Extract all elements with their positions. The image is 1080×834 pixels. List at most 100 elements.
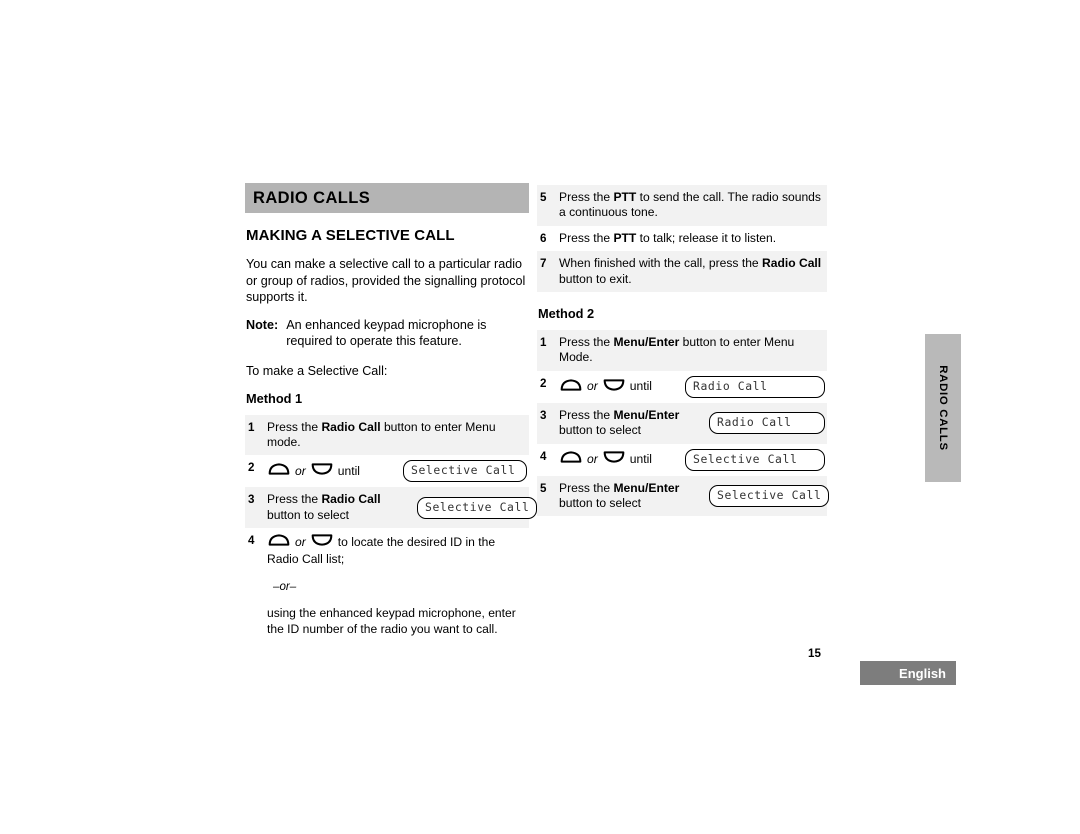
nav-button-instruction: or until: [559, 378, 652, 396]
step-row: 1 Press the Menu/Enter button to enter Me…: [537, 330, 827, 371]
left-column: RADIO CALLS MAKING A SELECTIVE CALL You …: [245, 183, 538, 643]
nav-tail-label: until: [337, 463, 360, 478]
section-title: MAKING A SELECTIVE CALL: [246, 227, 455, 244]
or-label: or: [295, 463, 306, 478]
step-row: 4 or to locate the desired ID in the Radio …: [245, 528, 529, 643]
emphasis-text: PTT: [613, 230, 637, 245]
method-1-heading: Method 1: [246, 390, 303, 406]
nav-button-instruction: or to locate the desired ID in the: [267, 533, 527, 551]
step-row: 1 Press the Radio Call button to enter Me…: [245, 414, 529, 456]
note-line-2: required to operate this feature.: [286, 334, 462, 349]
step-number: 2: [248, 461, 255, 475]
step-text-line-2: Radio Call list;: [267, 551, 345, 566]
step-text: Press the Radio Call button to select: [267, 492, 381, 522]
emphasis-text: Menu/Enter: [613, 480, 680, 495]
emphasis-text: Radio Call: [321, 419, 381, 434]
step-number: 1: [248, 420, 255, 434]
language-badge-label: English: [899, 665, 946, 681]
emphasis-text: Menu/Enter: [613, 335, 680, 350]
chapter-title: RADIO CALLS: [253, 188, 371, 207]
or-label: or: [587, 451, 598, 466]
lcd-display: Selective Call: [685, 448, 825, 471]
note-line-1: An enhanced keypad microphone is: [286, 317, 487, 332]
lcd-display: Radio Call: [709, 412, 825, 435]
step-row: 2 or until Radio Call: [537, 370, 827, 403]
down-arrow-button-icon: [602, 450, 626, 468]
step-number: 5: [540, 191, 547, 204]
step-body: Press the Menu/Enter button to select Sel…: [559, 480, 830, 512]
nav-button-instruction: or until: [267, 462, 360, 480]
lcd-display: Radio Call: [685, 375, 825, 398]
step-body: Press the Radio Call button to enter Men…: [267, 419, 496, 449]
up-arrow-button-icon: [267, 462, 291, 480]
down-arrow-button-icon: [310, 533, 334, 551]
note-text: An enhanced keypad microphone is require…: [286, 317, 529, 350]
step-row: 6 Press the PTT to talk; release it to li…: [537, 225, 827, 252]
emphasis-text: Radio Call: [321, 492, 381, 507]
method-2-heading: Method 2: [538, 306, 595, 322]
up-arrow-button-icon: [559, 378, 583, 396]
method-1-step-list: 1 Press the Radio Call button to enter Me…: [245, 414, 538, 643]
lcd-display: Selective Call: [417, 496, 538, 519]
step-number: 4: [540, 449, 547, 463]
step-row: 2 or until Selective Call: [245, 455, 529, 488]
step-body: or until Radio Call: [559, 375, 827, 398]
step-body: Press the PTT to talk; release it to lis…: [559, 230, 777, 245]
step-body: or until Selective Call: [559, 448, 827, 471]
step-body: Press the Menu/Enter button to select Rad…: [559, 408, 827, 439]
step-number: 6: [540, 231, 547, 245]
step-number: 3: [540, 408, 547, 422]
lead-line: To make a Selective Call:: [246, 363, 388, 378]
lcd-display: Selective Call: [709, 485, 830, 508]
or-label: or: [587, 379, 598, 394]
manual-page: RADIO CALLS MAKING A SELECTIVE CALL You …: [0, 0, 1080, 834]
method-2-step-list: 1 Press the Menu/Enter button to enter Me…: [537, 330, 830, 517]
step-nav-line: or to locate the desired ID in the: [267, 533, 527, 551]
step-number: 7: [540, 257, 547, 271]
note-label: Note:: [246, 317, 279, 332]
step-body: or until Selective Call: [267, 460, 529, 483]
or-divider: –or–: [273, 580, 297, 593]
lcd-display: Selective Call: [403, 460, 527, 483]
nav-tail-label: until: [629, 379, 652, 394]
step-body: When finished with the call, press the R…: [559, 256, 822, 286]
method-1-continued-step-list: 5 Press the PTT to send the call. The rad…: [537, 185, 827, 293]
step-row: 5 Press the Menu/Enter button to select Se…: [537, 475, 830, 517]
nav-tail-label: until: [629, 451, 652, 466]
step-text: Press the Menu/Enter button to select: [559, 480, 680, 511]
chapter-header-bar: RADIO CALLS: [245, 183, 529, 213]
step-body: or to locate the desired ID in the Radio C…: [267, 533, 529, 637]
note-block: Note: An enhanced keypad microphone is r…: [246, 317, 529, 350]
step-body: Press the PTT to send the call. The radi…: [559, 190, 821, 220]
step-number: 1: [540, 336, 547, 350]
side-chapter-tab: RADIO CALLS: [925, 334, 961, 482]
emphasis-text: PTT: [613, 190, 637, 204]
page-number: 15: [808, 647, 821, 660]
step-body: Press the Menu/Enter button to enter Men…: [559, 335, 795, 365]
step-text: Press the Menu/Enter button to select: [559, 407, 680, 438]
step-number: 5: [540, 481, 547, 495]
down-arrow-button-icon: [602, 378, 626, 396]
up-arrow-button-icon: [267, 533, 291, 551]
language-badge: English: [860, 661, 956, 685]
or-label: or: [295, 534, 306, 549]
step-row: 3 Press the Menu/Enter button to select Ra…: [537, 402, 827, 444]
section-intro-paragraph: You can make a selective call to a parti…: [246, 257, 526, 305]
step-row: 3 Press the Radio Call button to select Se…: [245, 487, 538, 529]
nav-tail-label: to locate the desired ID in the: [337, 534, 496, 549]
step-number: 4: [248, 534, 255, 548]
down-arrow-button-icon: [310, 462, 334, 480]
step-alternate-paragraph: using the enhanced keypad microphone, en…: [267, 606, 516, 636]
step-row: 5 Press the PTT to send the call. The rad…: [537, 185, 827, 226]
step-row: 4 or until Selective Call: [537, 443, 827, 476]
right-column: 5 Press the PTT to send the call. The rad…: [537, 185, 830, 517]
emphasis-text: Radio Call: [762, 256, 822, 271]
step-row: 7 When finished with the call, press the …: [537, 251, 827, 293]
step-number: 3: [248, 493, 255, 507]
up-arrow-button-icon: [559, 450, 583, 468]
step-number: 2: [540, 376, 547, 390]
step-body: Press the Radio Call button to select Sel…: [267, 492, 538, 523]
side-chapter-tab-label: RADIO CALLS: [937, 365, 949, 451]
emphasis-text: Menu/Enter: [613, 407, 680, 422]
nav-button-instruction: or until: [559, 450, 652, 468]
